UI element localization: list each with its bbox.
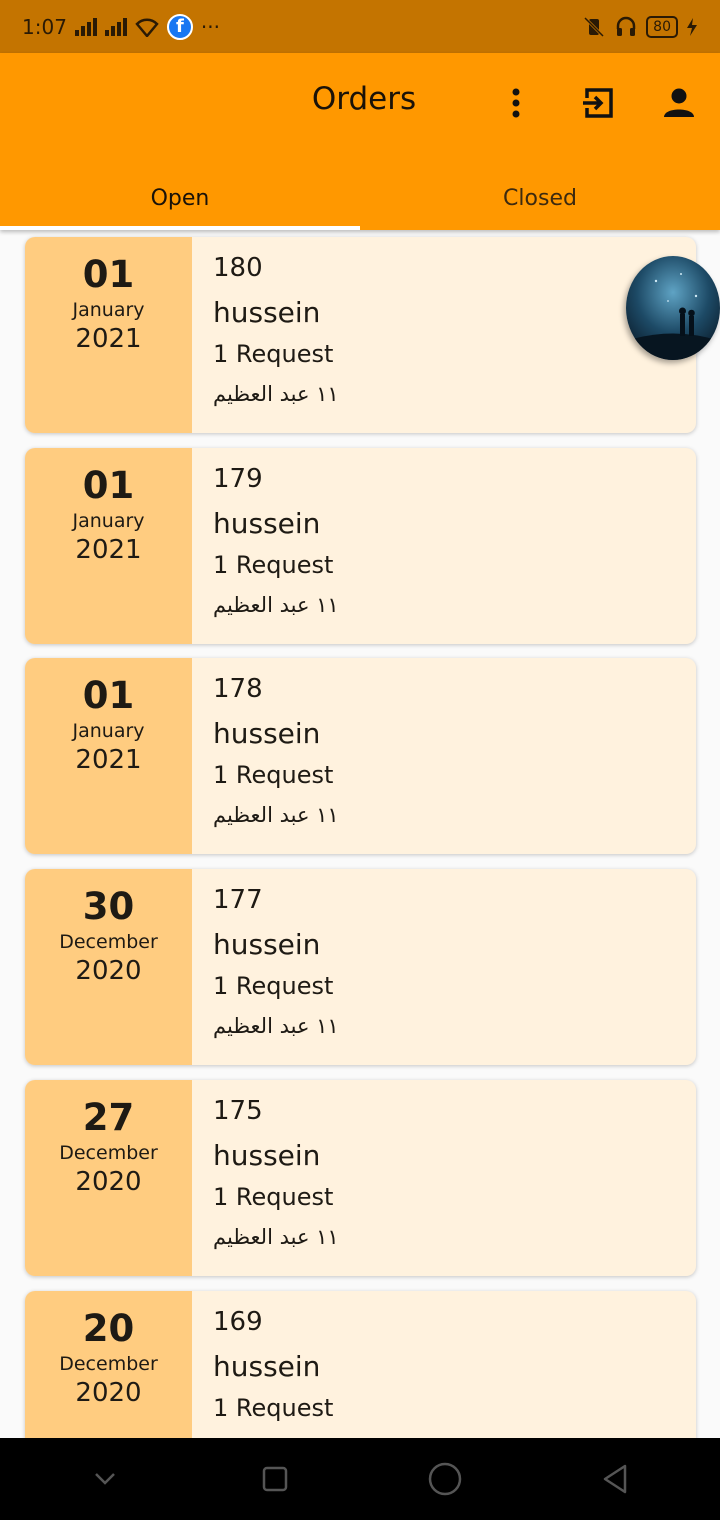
more-vert-icon[interactable] <box>494 81 538 125</box>
vibrate-off-icon <box>584 16 605 37</box>
battery-icon: 80 <box>646 15 678 38</box>
order-number: 180 <box>213 253 263 283</box>
order-number: 175 <box>213 1096 263 1126</box>
request-count: 1 Request <box>213 761 334 789</box>
home-icon[interactable] <box>423 1457 467 1501</box>
hide-nav-icon[interactable] <box>83 1457 127 1501</box>
order-card[interactable]: 30 December 2020 177 hussein 1 Request ١… <box>25 869 696 1065</box>
recents-icon[interactable] <box>253 1457 297 1501</box>
order-number: 169 <box>213 1307 263 1337</box>
order-day: 01 <box>82 674 135 717</box>
order-number: 178 <box>213 674 263 704</box>
app-bar: Orders Open Closed <box>0 53 720 230</box>
order-month: December <box>59 931 158 953</box>
order-info: 169 hussein 1 Request <box>192 1291 333 1438</box>
order-day: 20 <box>82 1307 135 1350</box>
status-time: 1:07 <box>22 14 67 39</box>
order-month: December <box>59 1142 158 1164</box>
tab-bar: Open Closed <box>0 167 720 230</box>
request-count: 1 Request <box>213 551 334 579</box>
date-box: 01 January 2021 <box>25 658 192 854</box>
order-year: 2020 <box>75 1167 142 1197</box>
signal-icon <box>74 17 97 36</box>
order-day: 01 <box>82 253 135 296</box>
date-box: 01 January 2021 <box>25 237 192 433</box>
order-card[interactable]: 01 January 2021 178 hussein 1 Request ١١… <box>25 658 696 854</box>
request-count: 1 Request <box>213 1394 334 1422</box>
order-info: 177 hussein 1 Request ١١ عبد العظيم <box>192 869 339 1065</box>
order-year: 2020 <box>75 956 142 986</box>
order-card[interactable]: 27 December 2020 175 hussein 1 Request ١… <box>25 1080 696 1276</box>
chat-head-bubble[interactable] <box>626 256 720 360</box>
date-box: 27 December 2020 <box>25 1080 192 1276</box>
tab-closed[interactable]: Closed <box>360 167 720 230</box>
customer-name: hussein <box>213 717 321 750</box>
status-bar: 1:07 f ··· 80 <box>0 0 720 53</box>
tab-open[interactable]: Open <box>0 167 360 230</box>
order-month: December <box>59 1353 158 1375</box>
order-number: 179 <box>213 464 263 494</box>
order-info: 179 hussein 1 Request ١١ عبد العظيم <box>192 448 339 644</box>
order-info: 180 hussein 1 Request ١١ عبد العظيم <box>192 237 339 433</box>
order-day: 30 <box>82 885 135 928</box>
request-count: 1 Request <box>213 340 334 368</box>
exit-to-app-icon[interactable] <box>576 81 620 125</box>
customer-name: hussein <box>213 1139 321 1172</box>
order-year: 2020 <box>75 1378 142 1408</box>
order-card[interactable]: 01 January 2021 180 hussein 1 Request ١١… <box>25 237 696 433</box>
order-year: 2021 <box>75 745 142 775</box>
signal-icon <box>104 17 127 36</box>
order-address: ١١ عبد العظيم <box>213 803 339 827</box>
order-month: January <box>72 510 145 532</box>
headset-icon <box>616 16 636 36</box>
order-address: ١١ عبد العظيم <box>213 593 339 617</box>
date-box: 20 December 2020 <box>25 1291 192 1438</box>
customer-name: hussein <box>213 507 321 540</box>
order-month: January <box>72 720 145 742</box>
back-icon[interactable] <box>593 1457 637 1501</box>
order-address: ١١ عبد العظيم <box>213 382 339 406</box>
person-icon[interactable] <box>657 81 701 125</box>
more-notifications-icon: ··· <box>200 14 220 39</box>
charging-icon <box>687 17 697 36</box>
order-number: 177 <box>213 885 263 915</box>
order-info: 175 hussein 1 Request ١١ عبد العظيم <box>192 1080 339 1276</box>
order-day: 27 <box>82 1096 135 1139</box>
order-day: 01 <box>82 464 135 507</box>
customer-name: hussein <box>213 296 321 329</box>
order-year: 2021 <box>75 324 142 354</box>
customer-name: hussein <box>213 1350 321 1383</box>
wifi-icon <box>135 18 159 37</box>
order-address: ١١ عبد العظيم <box>213 1014 339 1038</box>
date-box: 30 December 2020 <box>25 869 192 1065</box>
date-box: 01 January 2021 <box>25 448 192 644</box>
order-month: January <box>72 299 145 321</box>
order-card[interactable]: 20 December 2020 169 hussein 1 Request <box>25 1291 696 1438</box>
request-count: 1 Request <box>213 972 334 1000</box>
request-count: 1 Request <box>213 1183 334 1211</box>
orders-list[interactable]: 01 January 2021 180 hussein 1 Request ١١… <box>0 230 720 1438</box>
order-year: 2021 <box>75 535 142 565</box>
system-nav-bar <box>0 1438 720 1520</box>
facebook-icon: f <box>166 13 193 40</box>
order-info: 178 hussein 1 Request ١١ عبد العظيم <box>192 658 339 854</box>
customer-name: hussein <box>213 928 321 961</box>
order-card[interactable]: 01 January 2021 179 hussein 1 Request ١١… <box>25 448 696 644</box>
order-address: ١١ عبد العظيم <box>213 1225 339 1249</box>
